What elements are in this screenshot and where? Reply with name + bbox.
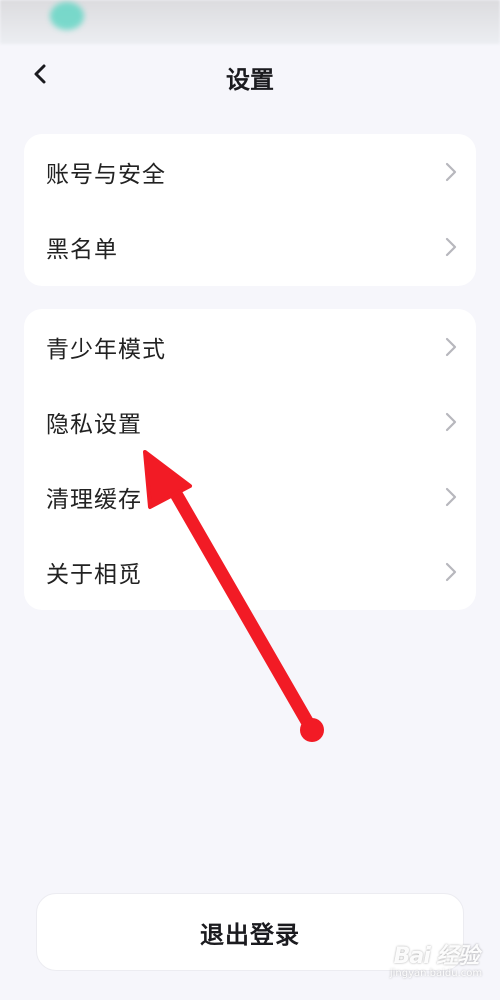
watermark-logo: Bai 经验	[393, 944, 480, 969]
chevron-right-icon	[445, 412, 457, 431]
settings-item-youth-mode[interactable]: 青少年模式	[24, 309, 476, 384]
settings-item-label: 关于相觅	[46, 561, 142, 588]
chevron-right-icon	[445, 487, 457, 506]
settings-item-blacklist[interactable]: 黑名单	[24, 209, 476, 284]
settings-item-privacy[interactable]: 隐私设置	[24, 384, 476, 459]
chevron-right-icon	[445, 237, 457, 256]
settings-item-clear-cache[interactable]: 清理缓存	[24, 459, 476, 534]
settings-item-label: 隐私设置	[46, 411, 142, 438]
settings-item-label: 青少年模式	[46, 336, 166, 363]
header: 设置	[0, 48, 500, 100]
settings-group-general: 青少年模式 隐私设置 清理缓存 关于相觅	[24, 309, 476, 610]
chevron-right-icon	[445, 562, 457, 581]
arrow-tail-dot	[300, 718, 324, 742]
settings-item-label: 黑名单	[46, 236, 118, 263]
page-title: 设置	[226, 66, 274, 94]
chevron-right-icon	[445, 337, 457, 356]
settings-item-account-security[interactable]: 账号与安全	[24, 134, 476, 209]
logout-label: 退出登录	[200, 920, 300, 949]
chevron-right-icon	[445, 162, 457, 181]
watermark: Bai 经验 jingyan.baidu.com	[388, 938, 484, 992]
status-indicator	[50, 2, 84, 30]
settings-group-account: 账号与安全 黑名单	[24, 134, 476, 286]
settings-item-about[interactable]: 关于相觅	[24, 534, 476, 609]
watermark-url: jingyan.baidu.com	[389, 968, 483, 979]
settings-item-label: 清理缓存	[46, 486, 142, 513]
settings-item-label: 账号与安全	[46, 161, 166, 188]
